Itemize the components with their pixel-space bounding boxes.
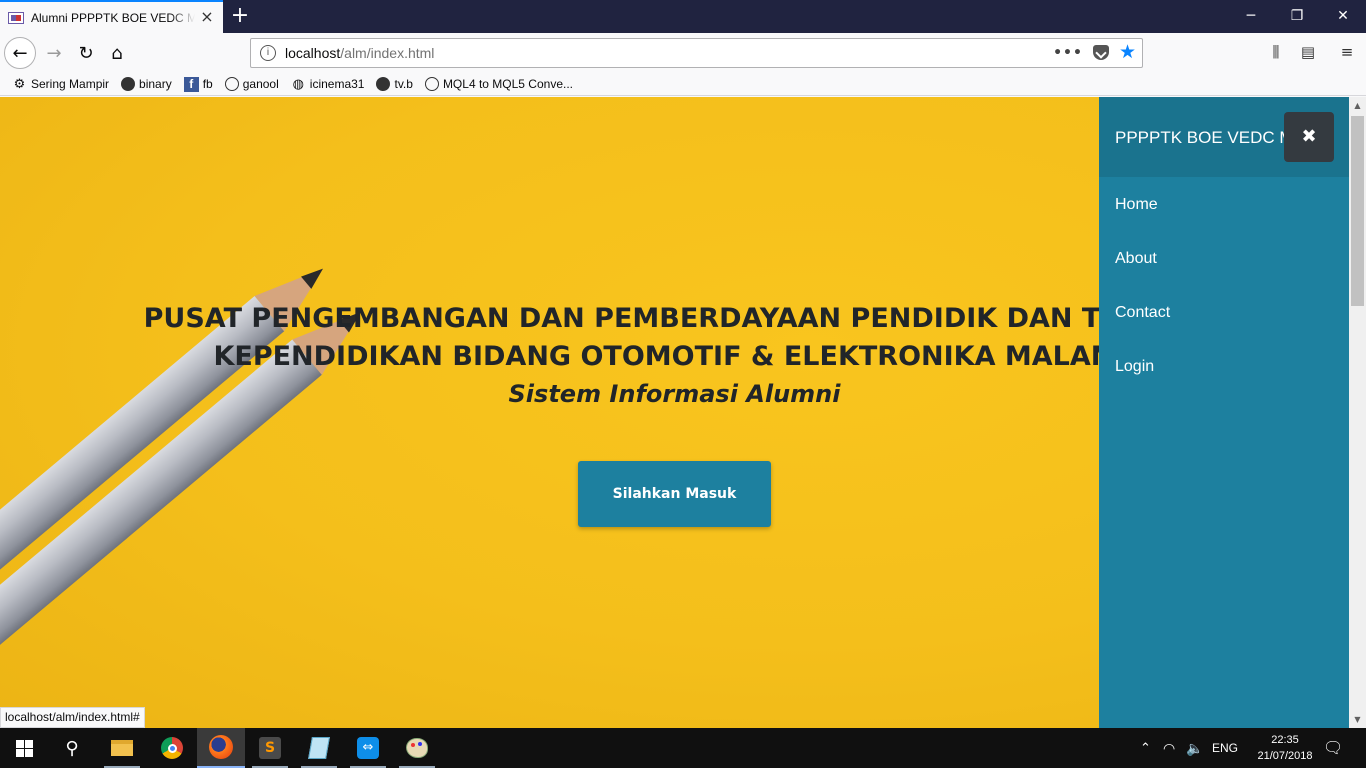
tab-strip: Alumni PPPPTK BOE VEDC Malang × + ─ ❐ ✕ [0, 0, 1366, 33]
menu-icon[interactable]: ≡ [1336, 43, 1358, 63]
tab-title: Alumni PPPPTK BOE VEDC Malang [31, 10, 195, 25]
bookmark-item[interactable]: ⚙ Sering Mampir [12, 77, 109, 92]
scroll-down-icon[interactable]: ▼ [1349, 711, 1366, 728]
scroll-up-icon[interactable]: ▲ [1349, 97, 1366, 114]
notification-icon[interactable]: 🗨 [1323, 728, 1343, 768]
paint-icon[interactable] [393, 728, 441, 768]
bookmark-star-icon[interactable]: ★ [1119, 43, 1136, 62]
reload-icon[interactable]: ↻ [70, 37, 102, 69]
library-icon[interactable]: ⫼ [1265, 43, 1287, 63]
tab-close-icon[interactable]: × [199, 9, 215, 25]
home-icon[interactable]: ⌂ [101, 37, 133, 69]
search-icon[interactable]: ⚲ [48, 728, 96, 768]
address-bar[interactable]: i localhost/alm/index.html ••• ★ [250, 38, 1143, 68]
clock-time: 22:35 [1271, 734, 1299, 746]
chrome-icon[interactable] [148, 728, 196, 768]
bookmark-item[interactable]: tv.b [376, 77, 413, 91]
navigation-toolbar: ← → ↻ ⌂ i localhost/alm/index.html ••• ★… [0, 33, 1366, 73]
sidebar-toggle-icon[interactable]: ▤ [1297, 43, 1319, 63]
bookmarks-bar: ⚙ Sering Mampir binary f fb ganool ◍ icinem… [0, 73, 1366, 96]
back-icon[interactable]: ← [4, 37, 36, 69]
language-indicator[interactable]: ENG [1212, 728, 1238, 768]
sidebar-menu: PPPPTK BOE VEDC Malang ✖ Home About Cont… [1099, 97, 1349, 728]
file-explorer-icon[interactable] [98, 728, 146, 768]
sidebar-item-about[interactable]: About [1115, 250, 1157, 268]
swirl-icon [376, 77, 391, 91]
bookmark-item[interactable]: f fb [183, 76, 213, 92]
minimize-icon[interactable]: ─ [1228, 0, 1274, 33]
brand-link[interactable]: PPPPTK BOE VEDC Malang [1115, 128, 1287, 148]
close-menu-button[interactable]: ✖ [1284, 112, 1334, 162]
page-scrollbar[interactable]: ▲ ▼ [1349, 97, 1366, 728]
info-icon[interactable]: i [260, 45, 276, 61]
taskbar: ⚲ S ⇔ ⌃ ◠ 🔈 ENG 22:35 21/07/2018 🗨 [0, 728, 1366, 768]
globe-icon [224, 77, 239, 91]
status-url: localhost/alm/index.html# [0, 707, 145, 728]
teamviewer-icon[interactable]: ⇔ [344, 728, 392, 768]
pocket-icon[interactable] [1092, 45, 1109, 60]
wifi-icon[interactable]: ◠ [1163, 728, 1175, 768]
window-close-icon[interactable]: ✕ [1320, 0, 1366, 33]
close-icon: ✖ [1301, 126, 1317, 147]
sidebar-item-login[interactable]: Login [1115, 358, 1154, 376]
bookmark-item[interactable]: MQL4 to MQL5 Conve... [424, 77, 573, 91]
forward-icon[interactable]: → [38, 37, 70, 69]
restore-icon[interactable]: ❐ [1274, 0, 1320, 33]
facebook-icon: f [183, 76, 199, 92]
page-actions-icon[interactable]: ••• [1053, 45, 1083, 61]
film-icon: ◍ [292, 76, 304, 92]
clock-date: 21/07/2018 [1257, 750, 1313, 762]
sublime-text-icon[interactable]: S [246, 728, 294, 768]
swirl-icon [121, 77, 136, 91]
notepad-icon[interactable] [295, 728, 343, 768]
gear-icon: ⚙ [13, 76, 26, 92]
browser-tab[interactable]: Alumni PPPPTK BOE VEDC Malang × [0, 0, 223, 33]
globe-icon [424, 77, 439, 91]
sidebar-item-home[interactable]: Home [1115, 196, 1158, 214]
firefox-icon[interactable] [197, 728, 245, 768]
windows-logo-icon [15, 739, 33, 757]
scroll-thumb[interactable] [1351, 116, 1364, 306]
enter-button[interactable]: Silahkan Masuk [578, 461, 771, 527]
clock[interactable]: 22:35 21/07/2018 [1250, 732, 1320, 764]
sidebar-item-contact[interactable]: Contact [1115, 304, 1170, 322]
url-text[interactable]: localhost/alm/index.html [285, 45, 434, 61]
bookmark-item[interactable]: ◍ icinema31 [291, 77, 365, 92]
show-hidden-icons-icon[interactable]: ⌃ [1140, 728, 1151, 768]
site-favicon-icon [8, 11, 24, 24]
page-viewport: PUSAT PENGEMBANGAN DAN PEMBERDAYAAN PEND… [0, 97, 1349, 728]
volume-icon[interactable]: 🔈 [1186, 728, 1203, 768]
bookmark-item[interactable]: binary [121, 77, 172, 91]
bookmark-item[interactable]: ganool [224, 77, 279, 91]
new-tab-icon[interactable]: + [228, 4, 252, 28]
start-button[interactable] [0, 728, 48, 768]
